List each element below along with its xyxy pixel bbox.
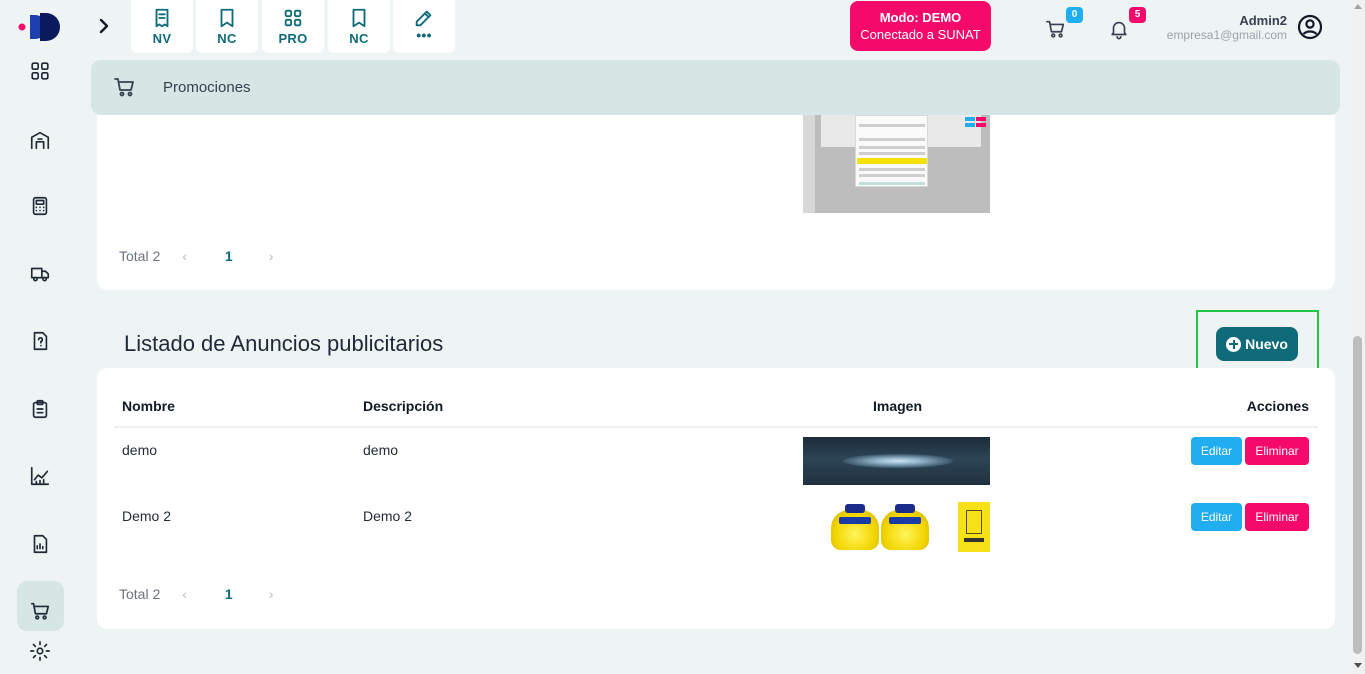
app-logo[interactable]	[18, 10, 64, 44]
breadcrumb: Promociones	[91, 60, 1340, 115]
sidebar	[0, 0, 80, 674]
pagination-total: Total 2	[119, 586, 161, 602]
pagination-total: Total 2	[119, 248, 161, 264]
document-list-icon	[155, 8, 169, 28]
quick-nc2-label: NC	[349, 31, 369, 46]
row-2-image	[803, 502, 990, 552]
user-name: Admin2	[1239, 13, 1287, 28]
breadcrumb-label: Promociones	[163, 79, 251, 96]
ads-section-title: Listado de Anuncios publicitarios	[124, 331, 444, 356]
quick-pro-button[interactable]: PRO	[262, 0, 324, 53]
new-ad-button[interactable]: Nuevo	[1216, 327, 1298, 361]
bell-icon[interactable]	[1108, 18, 1132, 42]
row-1-image	[803, 437, 990, 485]
report-icon[interactable]	[28, 532, 52, 556]
promotions-card: Total 2 ‹ 1 ›	[97, 115, 1335, 290]
document-icon	[352, 8, 366, 28]
row-1-delete-button[interactable]: Eliminar	[1245, 437, 1309, 465]
pagination-next-icon[interactable]: ›	[269, 248, 274, 264]
row-2-edit-button[interactable]: Editar	[1191, 503, 1242, 531]
help-document-icon[interactable]	[28, 329, 52, 353]
scroll-down-arrow-icon[interactable]	[1354, 663, 1362, 668]
promotions-pagination: Total 2 ‹ 1 ›	[119, 248, 273, 264]
quick-nc2-button[interactable]: NC	[328, 0, 390, 53]
plus-circle-icon	[1226, 336, 1242, 352]
store-cart-icon[interactable]	[28, 599, 52, 623]
user-avatar-icon[interactable]	[1297, 14, 1323, 40]
mode-badge-subtitle: Conectado a SUNAT	[860, 27, 981, 42]
dashboard-grid-icon[interactable]	[28, 59, 52, 83]
ads-pagination: Total 2 ‹ 1 ›	[119, 586, 273, 602]
cart-icon[interactable]	[1045, 18, 1069, 42]
row-2-name: Demo 2	[122, 508, 172, 524]
quick-nv-button[interactable]: NV	[131, 0, 193, 53]
mode-badge-title: Modo: DEMO	[879, 10, 962, 25]
demo-mode-badge[interactable]: Modo: DEMO Conectado a SUNAT	[850, 1, 991, 51]
row-1-name: demo	[122, 442, 158, 458]
expand-sidebar-chevron-icon[interactable]	[96, 17, 112, 35]
quick-nc-label: NC	[217, 31, 237, 46]
ads-table-card: Nombre Descripción Imagen Acciones demo …	[97, 368, 1335, 629]
pagination-page[interactable]: 1	[225, 248, 233, 264]
quick-more-button[interactable]: •••	[393, 0, 455, 53]
row-1-edit-button[interactable]: Editar	[1191, 437, 1242, 465]
quick-more-label: •••	[416, 27, 432, 43]
settings-gear-icon[interactable]	[28, 639, 52, 663]
quick-nc-button[interactable]: NC	[196, 0, 258, 53]
pagination-next-icon[interactable]: ›	[269, 586, 274, 602]
column-header-name: Nombre	[122, 398, 175, 414]
cart-icon	[113, 75, 137, 99]
calculator-icon[interactable]	[28, 194, 52, 218]
user-email: empresa1@gmail.com	[1166, 28, 1287, 42]
column-header-description: Descripción	[363, 398, 444, 414]
new-ad-button-label: Nuevo	[1245, 336, 1288, 352]
row-2-delete-button[interactable]: Eliminar	[1245, 503, 1309, 531]
scroll-up-arrow-icon[interactable]	[1354, 4, 1362, 9]
quick-pro-label: PRO	[278, 31, 308, 46]
pagination-prev-icon[interactable]: ‹	[182, 248, 187, 264]
notification-count-badge: 5	[1129, 7, 1146, 23]
scrollbar-thumb[interactable]	[1353, 336, 1362, 654]
column-header-image: Imagen	[873, 398, 923, 414]
cart-count-badge: 0	[1066, 7, 1083, 23]
building-icon[interactable]	[28, 128, 52, 152]
promotion-image	[803, 115, 990, 213]
document-icon	[220, 8, 234, 28]
pagination-prev-icon[interactable]: ‹	[182, 586, 187, 602]
vertical-scrollbar[interactable]	[1350, 0, 1365, 674]
truck-icon[interactable]	[28, 262, 52, 286]
quick-nv-label: NV	[152, 31, 172, 46]
clipboard-icon[interactable]	[28, 397, 52, 421]
table-header-divider	[114, 426, 1318, 428]
pagination-page[interactable]: 1	[225, 586, 233, 602]
row-2-description: Demo 2	[363, 508, 413, 524]
chart-icon[interactable]	[28, 464, 52, 488]
column-header-actions: Acciones	[1246, 398, 1309, 414]
row-1-description: demo	[363, 442, 399, 458]
grid-icon	[284, 9, 302, 27]
edit-icon	[415, 10, 432, 27]
